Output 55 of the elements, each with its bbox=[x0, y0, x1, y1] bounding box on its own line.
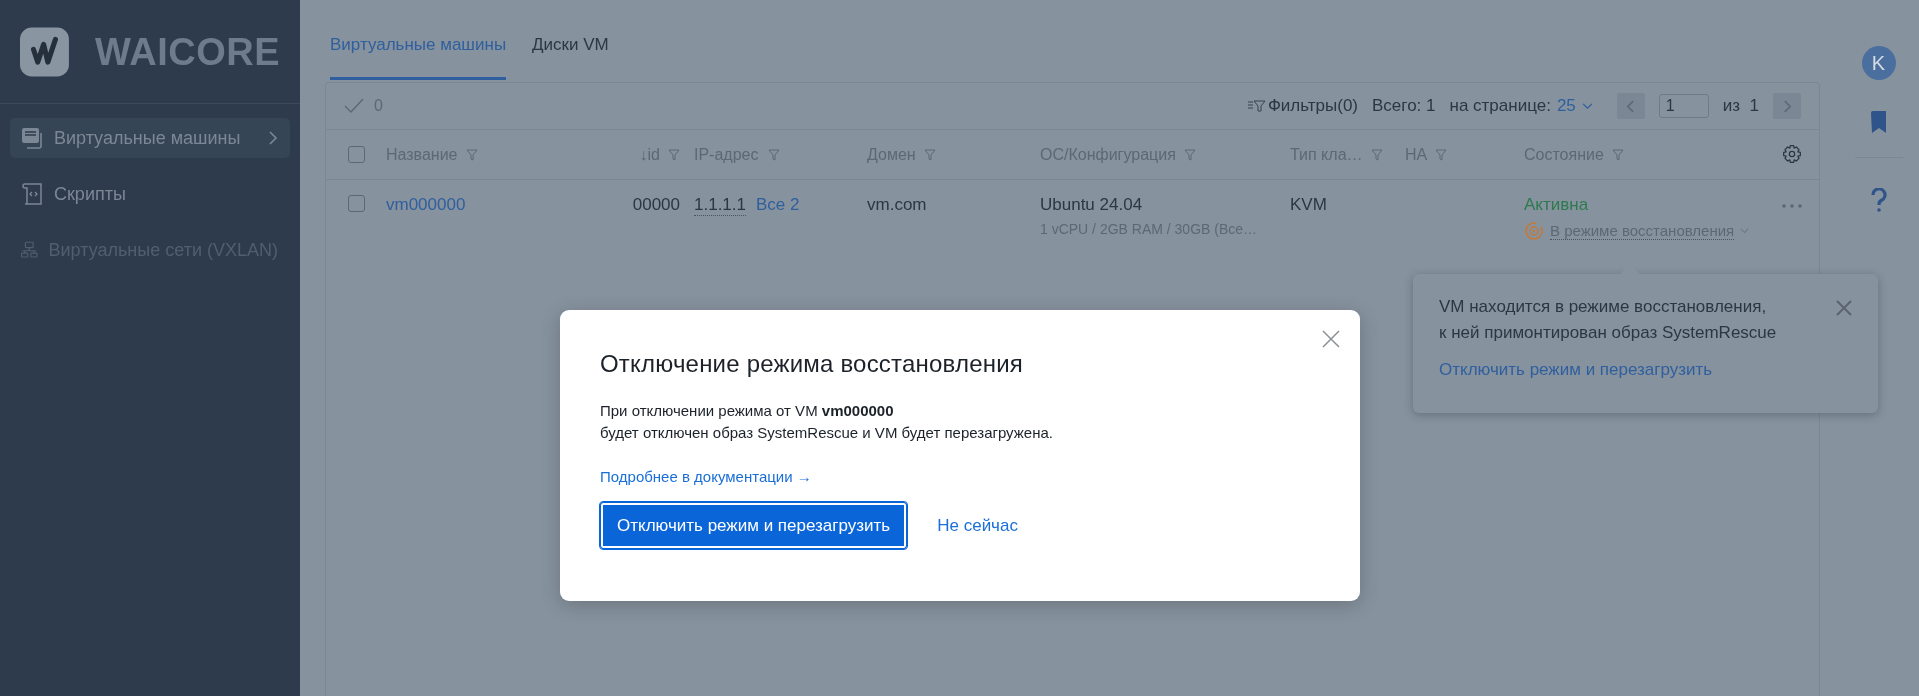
close-icon[interactable] bbox=[1322, 330, 1340, 348]
settings-icon[interactable] bbox=[1782, 144, 1802, 164]
page-total: из 1 bbox=[1722, 96, 1759, 116]
table-cell: KVM bbox=[1290, 195, 1327, 214]
page-input[interactable]: 1 bbox=[1658, 94, 1709, 118]
status-text: Активна bbox=[1524, 195, 1590, 215]
next-page-button[interactable] bbox=[1773, 93, 1801, 119]
vm-name-link[interactable]: vm000000 bbox=[386, 195, 466, 214]
chevron-left-icon bbox=[1626, 99, 1636, 113]
filter-icon[interactable] bbox=[768, 148, 781, 161]
filter-icon[interactable] bbox=[668, 148, 680, 161]
filter-icon[interactable] bbox=[1611, 148, 1624, 161]
bookmark-icon[interactable] bbox=[1868, 110, 1889, 134]
documentation-link[interactable]: Подробнее в документации → bbox=[600, 468, 812, 485]
chevron-right-icon bbox=[1782, 99, 1792, 113]
ip-address: 1.1.1.1 bbox=[694, 195, 746, 216]
disable-and-reboot-button[interactable]: Отключить режим и перезагрузить bbox=[600, 502, 908, 549]
filter-icon bbox=[1247, 100, 1266, 112]
filter-icon[interactable] bbox=[465, 148, 478, 161]
filter-icon[interactable] bbox=[1370, 148, 1383, 161]
server-icon bbox=[20, 126, 44, 150]
user-avatar[interactable]: K bbox=[1861, 46, 1896, 80]
caret-icon bbox=[1740, 228, 1750, 234]
more-icon[interactable] bbox=[1782, 204, 1802, 208]
tab[interactable]: Диски VM bbox=[532, 35, 609, 80]
tab[interactable]: Виртуальные машины bbox=[330, 35, 507, 80]
os-name: Ubuntu 24.04 bbox=[1040, 195, 1144, 215]
filter-icon[interactable] bbox=[1183, 148, 1196, 161]
show-all-link[interactable]: Все 2 bbox=[756, 195, 800, 216]
select-all-checkbox[interactable] bbox=[347, 146, 365, 163]
total-count: Всего: 1 bbox=[1372, 96, 1436, 116]
not-now-button[interactable]: Не сейчас bbox=[933, 511, 1022, 540]
filters-button[interactable]: Фильтры(0) bbox=[1247, 96, 1358, 116]
chevron-right-icon bbox=[268, 130, 278, 146]
script-icon bbox=[20, 182, 44, 206]
checkmark-icon bbox=[344, 98, 364, 114]
per-page-label: на странице: bbox=[1449, 96, 1551, 116]
per-page-dropdown[interactable]: 25 bbox=[1556, 96, 1593, 116]
dialog-title: Отключение режима восстановления bbox=[600, 350, 1024, 378]
rescue-disc-icon bbox=[1524, 221, 1544, 241]
filter-icon[interactable] bbox=[923, 148, 936, 161]
caret-icon bbox=[1581, 102, 1593, 110]
sidebar-item[interactable]: Виртуальные машины bbox=[10, 118, 290, 158]
table-cell: 00000 bbox=[632, 195, 680, 215]
table-cell: vm.com bbox=[867, 195, 927, 214]
help-icon[interactable] bbox=[1870, 188, 1887, 212]
disable-and-reboot-link[interactable]: Отключить режим и перезагрузить bbox=[1439, 360, 1713, 380]
popover-message: VM находится в режиме восстановления, к ней примонтирован образ SystemRescue bbox=[1439, 296, 1777, 344]
row-checkbox[interactable] bbox=[347, 195, 365, 212]
previous-page-button[interactable] bbox=[1616, 93, 1645, 119]
filter-icon[interactable] bbox=[1435, 148, 1448, 161]
sidebar-item[interactable]: Скрипты bbox=[10, 174, 290, 214]
dialog-message: При отключении режима от VM vm000000 будет отключен образ SystemRescue и VM будет перезагружена. bbox=[600, 401, 1054, 443]
logo-text: WAICORE bbox=[94, 30, 280, 74]
close-icon[interactable] bbox=[1836, 300, 1852, 316]
